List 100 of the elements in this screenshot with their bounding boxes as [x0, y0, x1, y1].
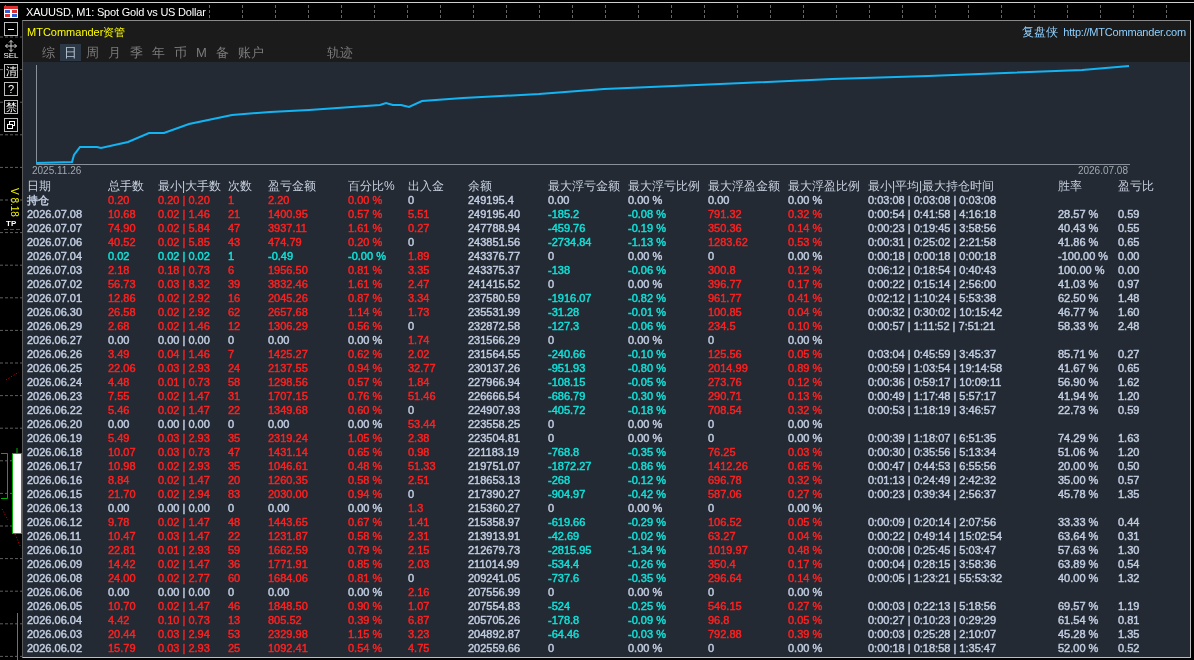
table-cell: 0.59 [1118, 207, 1140, 221]
table-cell: 2026.06.23 [27, 389, 83, 403]
table-cell: 0.00 [268, 501, 290, 515]
table-cell: 0.27 [408, 221, 430, 235]
table-cell: 5.49 [108, 431, 130, 445]
table-cell: 2026.06.27 [27, 333, 83, 347]
table-cell: 2137.55 [268, 361, 308, 375]
table-cell: 2.48 [1118, 319, 1140, 333]
table-cell: 100.85 [708, 305, 742, 319]
table-cell: 0.32 % [788, 473, 823, 487]
table-cell: 0.57 [1118, 473, 1140, 487]
table-cell: 1.84 [408, 375, 430, 389]
tab[interactable]: 账户 [233, 44, 268, 61]
table-cell: 2026.06.06 [27, 585, 83, 599]
table-cell: -534.4 [548, 557, 580, 571]
move-icon[interactable] [5, 40, 17, 52]
table-cell: 2026.06.24 [27, 375, 83, 389]
table-cell: 3937.11 [268, 221, 307, 235]
table-cell: 10.70 [108, 599, 136, 613]
tab[interactable]: 轨迹 [322, 44, 357, 61]
table-cell: 56.90 % [1058, 375, 1099, 389]
table-cell: 300.8 [708, 263, 736, 277]
tab[interactable]: M [192, 44, 211, 61]
table-cell: 51.33 [408, 459, 436, 473]
column-header: 日期 [27, 179, 51, 193]
table-cell: 20.00 % [1058, 459, 1099, 473]
table-cell: 791.32 [708, 207, 742, 221]
minimize-icon[interactable] [4, 22, 18, 36]
table-cell: 0.00 % [788, 193, 823, 207]
tab[interactable]: 年 [148, 44, 169, 61]
window-icon [4, 5, 18, 18]
column-header: 最大浮盈比例 [788, 179, 860, 193]
tab[interactable]: 月 [104, 44, 125, 61]
toolbar-button[interactable]: ? [4, 82, 18, 96]
table-cell: 39 [228, 277, 241, 291]
table-cell: 0:00:47 | 0:44:53 | 6:55:56 [868, 459, 997, 473]
restore-icon[interactable] [4, 118, 18, 132]
table-cell: 2026.06.09 [27, 557, 83, 571]
table-cell: 2.51 [408, 473, 430, 487]
table-cell: 0 [548, 641, 555, 655]
table-cell: -0.29 % [628, 515, 666, 529]
table-cell: 0.56 % [348, 319, 383, 333]
table-cell: 1412.26 [708, 459, 748, 473]
table-cell: 0.00 % [628, 417, 663, 431]
toolbar-button[interactable]: 禁 [4, 100, 18, 114]
table-cell: 0.85 % [348, 557, 383, 571]
table-cell: 213913.91 [468, 529, 520, 543]
table-cell: 20.44 [108, 627, 136, 641]
table-cell: -0.26 % [628, 557, 666, 571]
tab[interactable]: 综 [38, 44, 59, 61]
table-cell: 0.65 % [348, 445, 383, 459]
table-cell: 24.00 [108, 571, 136, 585]
table-cell: 0.00 [268, 585, 290, 599]
table-cell: 1349.68 [268, 403, 308, 417]
table-cell: 696.78 [708, 473, 742, 487]
website-link[interactable]: http://MTCommander.com [1063, 25, 1186, 38]
table-cell: 0.53 % [788, 235, 823, 249]
table-cell: 125.56 [708, 347, 742, 361]
table-cell: 211014.99 [468, 557, 520, 571]
tab[interactable]: 币 [170, 44, 191, 61]
table-cell: 2026.06.02 [27, 641, 83, 655]
axis-date-label: 2026.07.08 [1077, 166, 1128, 176]
table-cell: 0 [708, 641, 715, 655]
move-label: SEL [3, 52, 19, 60]
table-cell: 2026.06.05 [27, 599, 83, 613]
table-cell: 0 [228, 501, 235, 515]
table-cell: -127.3 [548, 319, 580, 333]
table-cell: -1872.27 [548, 459, 592, 473]
table-cell: -31.28 [548, 305, 580, 319]
table-cell: 273.76 [708, 375, 742, 389]
table-cell: 1.41 [408, 515, 430, 529]
table-cell: 1.89 [408, 249, 430, 263]
table-cell: 0.32 % [788, 207, 823, 221]
table-cell: 41.67 % [1058, 361, 1099, 375]
table-cell: 0.00 [108, 501, 130, 515]
table-cell: 2026.06.16 [27, 473, 83, 487]
table-cell: 33.33 % [1058, 515, 1099, 529]
table-cell: 0 [708, 249, 715, 263]
table-cell: 63.27 [708, 529, 736, 543]
tab[interactable]: 季 [126, 44, 147, 61]
table-cell: 4.75 [408, 641, 430, 655]
tab[interactable]: 日 [60, 44, 81, 61]
tab[interactable]: 备 [211, 44, 233, 61]
table-cell: 40.00 % [1058, 571, 1099, 585]
table-cell: 2026.06.29 [27, 319, 83, 333]
toolbar-button[interactable]: 清 [4, 64, 18, 78]
table-cell: 0.00 [1118, 249, 1140, 263]
table-cell: 32.77 [408, 361, 436, 375]
table-cell: 0.04 % [788, 305, 823, 319]
table-cell: 4.48 [108, 375, 130, 389]
column-header: 盈亏比 [1118, 179, 1154, 193]
table-cell: -405.72 [548, 403, 586, 417]
table-cell: 14.42 [108, 557, 136, 571]
table-cell: 0:00:36 | 0:59:17 | 10:09:11 [868, 375, 1002, 389]
table-cell: 8.84 [108, 473, 130, 487]
table-cell: 0.98 [408, 445, 430, 459]
table-cell: 0.00 | 0.00 [158, 417, 210, 431]
tab[interactable]: 周 [82, 44, 103, 61]
column-header: 百分比% [348, 179, 395, 193]
table-cell: 1283.62 [708, 235, 748, 249]
